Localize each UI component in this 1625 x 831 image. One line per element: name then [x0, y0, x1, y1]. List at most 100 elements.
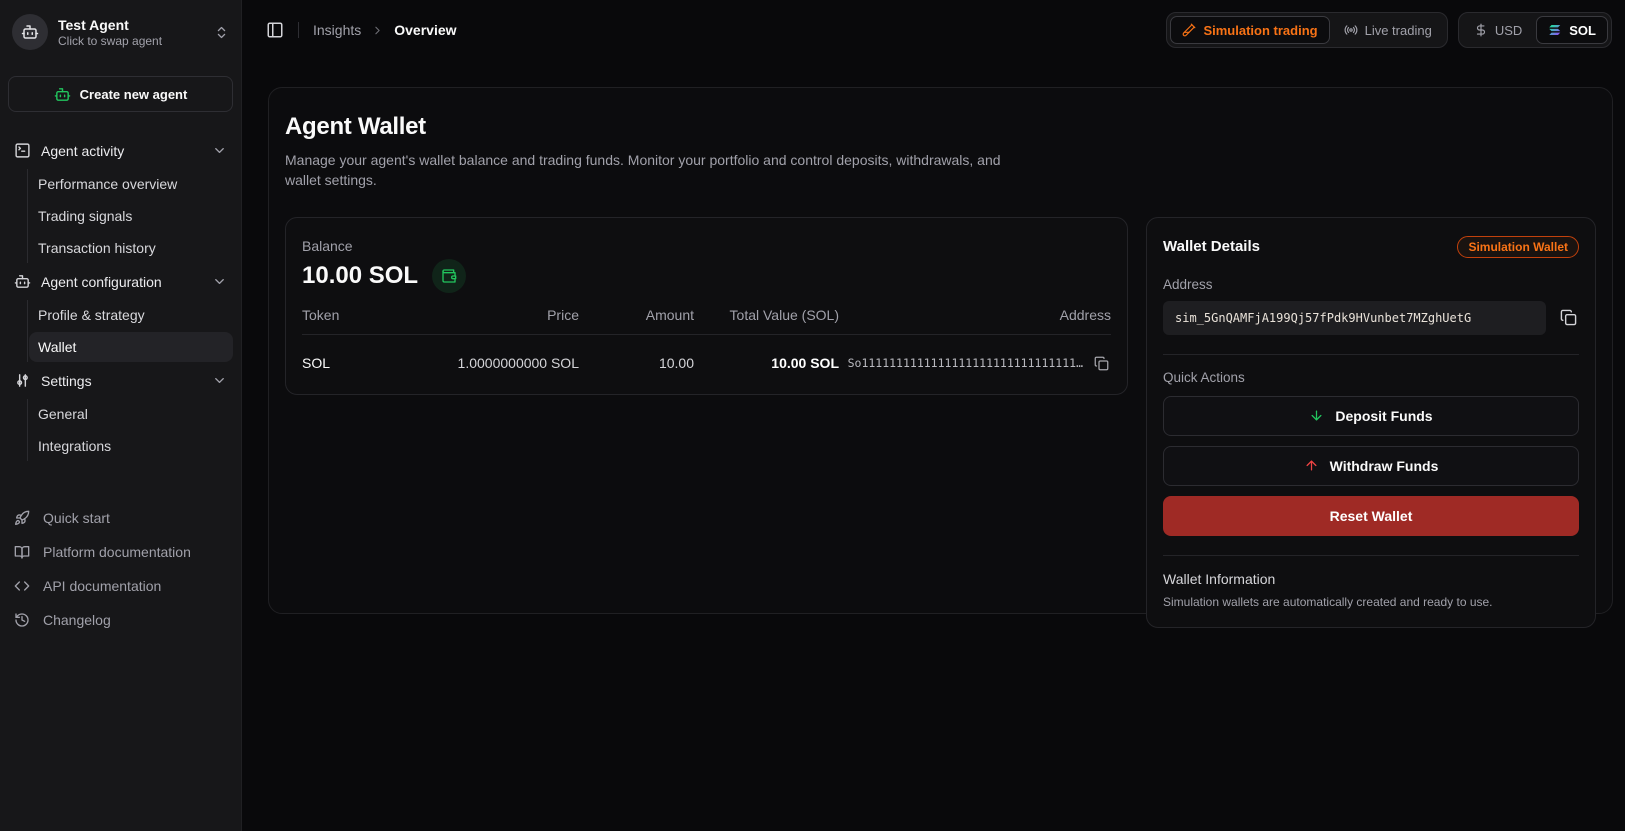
copy-token-address-button[interactable]	[1092, 354, 1111, 373]
header-address: Address	[1059, 306, 1111, 323]
address-label: Address	[1163, 276, 1213, 292]
panel-left-icon	[267, 22, 283, 38]
chevron-down-icon	[215, 378, 224, 383]
cell-price: 1.0000000000 SOL	[457, 355, 579, 372]
table-row-sol: SOL 1.0000000000 SOL 10.00 10.00 SOL So1…	[302, 335, 1111, 392]
radio-icon	[1344, 25, 1357, 35]
cell-total-value: 10.00 SOL	[771, 355, 839, 372]
agent-name: Test Agent	[58, 16, 129, 33]
wallet-address-input[interactable]	[1163, 300, 1546, 335]
divider	[1163, 353, 1579, 355]
balance-card: Balance 10.00 SOL Token Price Amount Tot…	[285, 216, 1128, 395]
create-new-agent-button[interactable]: Create new agent	[8, 76, 233, 112]
book-open-icon	[14, 546, 30, 559]
live-trading-button[interactable]: Live trading	[1332, 16, 1444, 44]
token-table: Token Price Amount Total Value (SOL) Add…	[302, 307, 1111, 392]
arrow-up-icon	[1306, 460, 1317, 471]
copy-wallet-address-button[interactable]	[1558, 307, 1579, 328]
sidebar-section-settings[interactable]: Settings	[8, 364, 233, 397]
page-title: Agent Wallet	[285, 113, 426, 140]
sidebar-footer-links: Quick start Platform documentation API d…	[8, 503, 233, 635]
withdraw-funds-button[interactable]: Withdraw Funds	[1163, 445, 1579, 486]
sidebar-subsection: Performance overview Trading signals Tra…	[27, 169, 233, 263]
rocket-icon	[15, 510, 30, 525]
sidebar-item-performance-overview[interactable]: Performance overview	[29, 169, 233, 199]
section-label: Agent configuration	[41, 273, 162, 290]
history-icon	[15, 613, 29, 627]
usd-toggle-button[interactable]: USD	[1462, 16, 1534, 44]
section-label: Agent activity	[41, 142, 125, 159]
balance-label: Balance	[302, 237, 353, 254]
sidebar-link-platform-documentation[interactable]: Platform documentation	[8, 537, 233, 567]
token-address-text: So1111111111111111111111111111111…	[847, 356, 1083, 371]
wallet-icon-badge	[432, 258, 467, 293]
create-new-agent-label: Create new agent	[79, 86, 188, 102]
sidebar-section-agent-activity[interactable]: Agent activity	[8, 134, 233, 167]
chevrons-up-down-icon	[217, 26, 226, 38]
agent-wallet-panel: Agent Wallet Manage your agent's wallet …	[268, 87, 1613, 628]
deposit-funds-button[interactable]: Deposit Funds	[1163, 395, 1579, 436]
chevron-right-icon	[375, 26, 380, 34]
header-price: Price	[547, 306, 579, 323]
divider	[1163, 554, 1579, 556]
breadcrumb-insights[interactable]: Insights	[313, 22, 361, 38]
copy-icon	[1094, 356, 1109, 370]
test-tube-icon	[1183, 23, 1196, 37]
balance-value: 10.00 SOL	[302, 261, 419, 289]
divider	[298, 22, 299, 38]
wallet-icon	[442, 268, 457, 283]
code-icon	[14, 581, 30, 591]
wallet-details-title: Wallet Details	[1163, 238, 1260, 256]
withdraw-funds-label: Withdraw Funds	[1329, 457, 1439, 474]
wallet-information-text: Simulation wallets are automatically cre…	[1163, 594, 1493, 609]
wallet-information-title: Wallet Information	[1163, 570, 1276, 587]
chevron-down-icon	[215, 148, 224, 153]
simulation-wallet-badge: Simulation Wallet	[1457, 235, 1579, 258]
sidebar-link-changelog[interactable]: Changelog	[8, 605, 233, 635]
sidebar-subsection: General Integrations	[27, 399, 233, 461]
sidebar-item-wallet[interactable]: Wallet	[29, 332, 233, 362]
sidebar-link-label: API documentation	[43, 578, 162, 594]
agent-switcher[interactable]: Test Agent Click to swap agent	[8, 10, 233, 54]
quick-actions-label: Quick Actions	[1163, 369, 1245, 385]
usd-toggle-label: USD	[1494, 22, 1523, 38]
sidebar-item-transaction-history[interactable]: Transaction history	[29, 233, 233, 263]
sidebar-item-trading-signals[interactable]: Trading signals	[29, 201, 233, 231]
token-table-header: Token Price Amount Total Value (SOL) Add…	[302, 307, 1111, 335]
copy-icon	[1560, 309, 1577, 326]
currency-toggle: USD SOL	[1457, 12, 1612, 48]
sliders-icon	[17, 374, 28, 387]
reset-wallet-button[interactable]: Reset Wallet	[1163, 495, 1579, 536]
solana-icon	[1549, 25, 1561, 35]
agent-subtitle: Click to swap agent	[58, 33, 163, 48]
sol-toggle-button[interactable]: SOL	[1536, 16, 1608, 44]
dollar-icon	[1476, 23, 1485, 37]
sidebar-subsection: Profile & strategy Wallet	[27, 300, 233, 362]
sidebar-section-agent-configuration[interactable]: Agent configuration	[8, 265, 233, 298]
live-trading-label: Live trading	[1364, 22, 1432, 38]
reset-wallet-label: Reset Wallet	[1329, 507, 1413, 524]
content-area: Agent Wallet Manage your agent's wallet …	[242, 60, 1625, 831]
bot-icon	[14, 275, 31, 288]
chevron-down-icon	[215, 279, 224, 284]
sidebar-link-quick-start[interactable]: Quick start	[8, 503, 233, 533]
simulation-trading-button[interactable]: Simulation trading	[1170, 16, 1330, 44]
agent-meta: Test Agent Click to swap agent	[58, 17, 204, 48]
sidebar-item-general[interactable]: General	[29, 399, 233, 429]
header-total-value: Total Value (SOL)	[729, 306, 839, 323]
sidebar: Test Agent Click to swap agent Create ne…	[0, 0, 242, 831]
sidebar-link-label: Platform documentation	[43, 544, 191, 560]
cell-token: SOL	[302, 355, 331, 372]
topbar: Insights Overview Simulation trading Liv…	[242, 0, 1625, 60]
sidebar-link-api-documentation[interactable]: API documentation	[8, 571, 233, 601]
sidebar-item-profile-strategy[interactable]: Profile & strategy	[29, 300, 233, 330]
bot-icon	[54, 87, 70, 101]
sidebar-item-integrations[interactable]: Integrations	[29, 431, 233, 461]
sidebar-toggle-button[interactable]	[260, 15, 290, 45]
balance-value-row: 10.00 SOL	[302, 258, 1111, 293]
address-row	[1163, 300, 1579, 335]
agent-avatar	[12, 14, 48, 50]
main-column: Insights Overview Simulation trading Liv…	[242, 0, 1625, 831]
bot-icon	[21, 25, 39, 39]
app-root: Test Agent Click to swap agent Create ne…	[0, 0, 1625, 831]
